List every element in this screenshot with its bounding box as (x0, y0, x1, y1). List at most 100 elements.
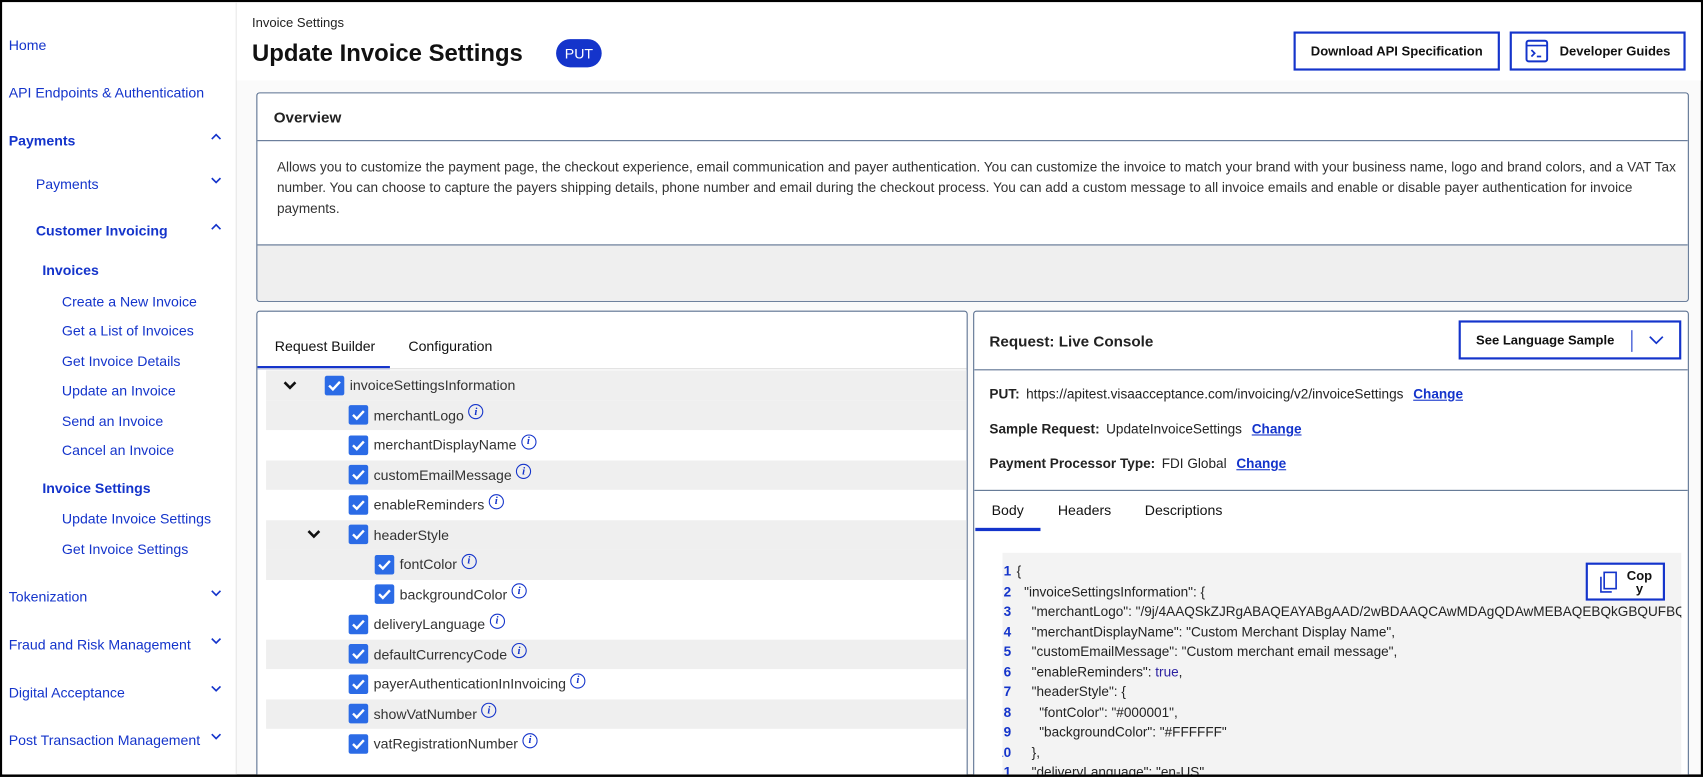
info-icon[interactable]: i (522, 732, 538, 749)
field-checkbox[interactable] (348, 494, 369, 515)
field-row: merchantDisplayName i (266, 430, 967, 460)
sidebar-item[interactable]: Cancel an Invoice (62, 442, 174, 458)
chevron-down-icon[interactable] (210, 732, 223, 744)
field-row: backgroundColor i (266, 579, 967, 609)
line-number: 1 (1003, 563, 1012, 579)
info-icon[interactable]: i (481, 702, 497, 719)
copy-label: Copy (1626, 567, 1653, 596)
chevron-down-icon[interactable] (210, 636, 223, 648)
sidebar-item[interactable]: Payments (36, 176, 99, 192)
chevron-up-icon[interactable] (210, 133, 223, 145)
field-checkbox[interactable] (348, 465, 369, 485)
code-line: "fontColor": "#000001", (1016, 704, 1178, 720)
sidebar-item[interactable]: Digital Acceptance (9, 684, 125, 700)
field-checkbox[interactable] (348, 644, 369, 664)
info-icon[interactable]: i (489, 613, 505, 629)
tab-configuration[interactable]: Configuration (408, 338, 492, 354)
line-number: 5 (1003, 644, 1012, 660)
info-icon[interactable]: i (516, 464, 532, 480)
code-line: "backgroundColor": "#FFFFFF" (1016, 724, 1227, 740)
tab-body[interactable]: Body (992, 502, 1024, 518)
info-icon[interactable]: i (468, 404, 484, 420)
field-checkbox[interactable] (348, 674, 369, 694)
code-line: "customEmailMessage": "Custom merchant e… (1016, 644, 1398, 660)
field-checkbox[interactable] (348, 614, 369, 635)
developer-guides-button[interactable]: Developer Guides (1509, 31, 1686, 71)
request-builder-card: Request Builder Configuration invoiceSet… (256, 310, 968, 775)
field-checkbox[interactable] (348, 704, 369, 724)
sidebar-item[interactable]: Invoices (42, 262, 99, 278)
chevron-down-icon[interactable] (210, 176, 223, 188)
field-checkbox[interactable] (324, 375, 345, 396)
sample-request-value: UpdateInvoiceSettings (1106, 421, 1242, 437)
sidebar-item[interactable]: Create a New Invoice (62, 293, 197, 309)
line-number: 6 (1003, 664, 1012, 680)
field-checkbox[interactable] (374, 584, 395, 605)
info-icon[interactable]: i (461, 553, 477, 569)
code-line: "deliveryLanguage": "en-US", (1016, 764, 1208, 777)
sidebar-item[interactable]: Fraud and Risk Management (9, 636, 191, 652)
method-badge: PUT (556, 39, 602, 68)
tab-headers[interactable]: Headers (1058, 502, 1111, 518)
copy-button[interactable]: Copy (1585, 562, 1665, 601)
download-label: Download API Specification (1310, 43, 1483, 59)
code-line: "merchantDisplayName": "Custom Merchant … (1016, 623, 1396, 640)
change-processor-link[interactable]: Change (1236, 456, 1286, 471)
overview-card: Overview Allows you to customize the pay… (256, 92, 1689, 302)
info-icon[interactable]: i (511, 643, 527, 659)
field-row: customEmailMessage i (266, 459, 967, 490)
field-name: merchantLogo (373, 407, 464, 424)
sidebar-item[interactable]: Home (9, 37, 47, 53)
expand-chevron-icon[interactable] (307, 530, 321, 539)
sidebar-item[interactable]: Update an Invoice (62, 382, 176, 398)
field-checkbox[interactable] (348, 733, 369, 754)
sidebar-item[interactable]: Send an Invoice (62, 413, 163, 429)
field-checkbox[interactable] (374, 554, 395, 575)
tab-descriptions[interactable]: Descriptions (1145, 502, 1223, 518)
code-editor[interactable]: 1{2 "invoiceSettingsInformation": {3 "me… (1002, 552, 1682, 777)
change-sample-link[interactable]: Change (1252, 421, 1302, 436)
sidebar-item[interactable]: Payments (9, 133, 76, 149)
line-number: 9 (1003, 724, 1012, 740)
chevron-up-icon[interactable] (210, 223, 223, 235)
language-sample-dropdown[interactable]: See Language Sample (1458, 320, 1682, 360)
chevron-down-icon (1649, 336, 1664, 345)
info-icon[interactable]: i (511, 583, 527, 599)
code-line: "headerStyle": { (1016, 684, 1126, 700)
field-checkbox[interactable] (348, 435, 369, 455)
line-number: 8 (1003, 704, 1012, 720)
sidebar-item[interactable]: API Endpoints & Authentication (9, 85, 204, 101)
sidebar-item[interactable]: Customer Invoicing (36, 223, 168, 239)
field-row: invoiceSettingsInformation (266, 370, 967, 401)
field-checkbox[interactable] (348, 524, 369, 545)
info-icon[interactable]: i (570, 673, 586, 689)
sidebar-item[interactable]: Get a List of Invoices (62, 323, 194, 339)
active-tab-indicator (975, 527, 1041, 532)
field-name: backgroundColor (399, 586, 508, 603)
sidebar-item[interactable]: Invoice Settings (42, 480, 150, 496)
change-endpoint-link[interactable]: Change (1413, 387, 1463, 402)
method-label: PUT: (989, 386, 1020, 402)
field-name: merchantDisplayName (373, 436, 517, 454)
chevron-down-icon[interactable] (210, 589, 223, 601)
expand-chevron-icon[interactable] (283, 381, 297, 390)
page-title: Update Invoice Settings (251, 39, 523, 67)
field-row: vatRegistrationNumber i (266, 729, 967, 759)
sidebar-item[interactable]: Get Invoice Details (62, 353, 181, 369)
sidebar-item[interactable]: Update Invoice Settings (62, 510, 211, 526)
tab-request-builder[interactable]: Request Builder (275, 338, 375, 354)
sidebar-item[interactable]: Tokenization (9, 589, 88, 605)
line-number: 2 (1003, 583, 1012, 599)
info-icon[interactable]: i (488, 493, 504, 510)
sidebar-item[interactable]: Get Invoice Settings (62, 541, 188, 557)
info-icon[interactable]: i (520, 434, 536, 450)
sample-request-label: Sample Request: (989, 421, 1100, 437)
download-api-spec-button[interactable]: Download API Specification (1293, 31, 1500, 71)
field-name: enableReminders (373, 496, 485, 513)
chevron-down-icon[interactable] (210, 684, 223, 696)
field-checkbox[interactable] (348, 405, 369, 425)
sidebar-item[interactable]: Post Transaction Management (9, 732, 201, 748)
overview-footer (257, 244, 1688, 301)
line-number: 7 (1003, 684, 1012, 700)
field-name: fontColor (399, 556, 457, 573)
